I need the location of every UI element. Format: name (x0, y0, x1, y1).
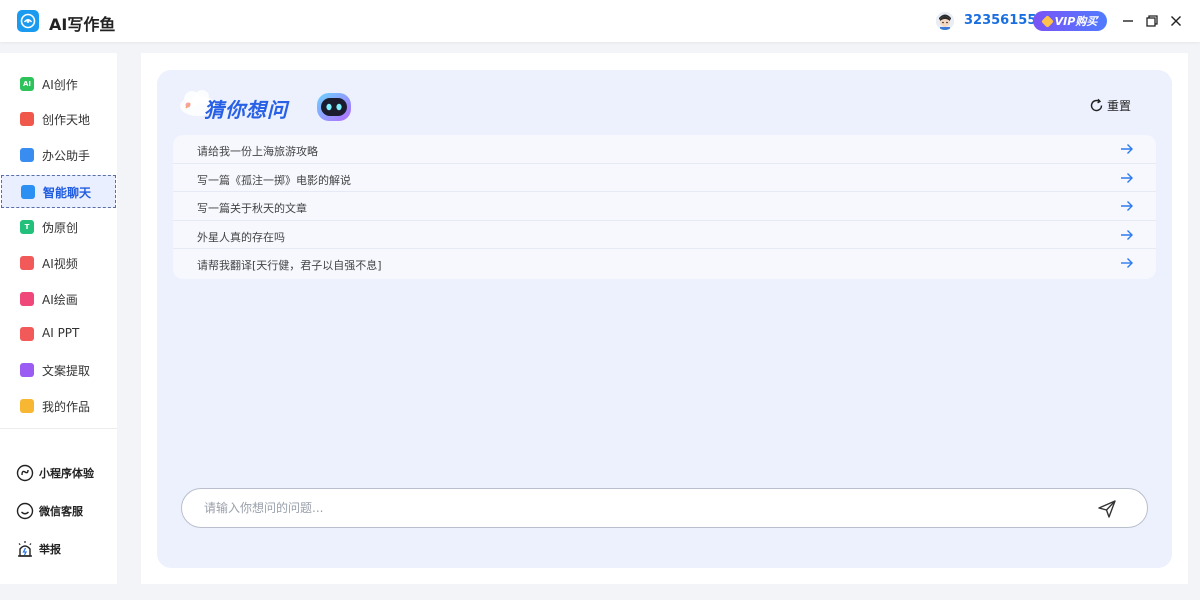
sidebar-extra-wechat-service[interactable]: 微信客服 (15, 499, 115, 523)
chat-input-box (181, 488, 1148, 528)
sidebar-divider (0, 428, 117, 429)
gem-icon (1040, 14, 1054, 28)
suggestion-item[interactable]: 请给我一份上海旅游攻略 (173, 135, 1156, 164)
chat-input[interactable] (204, 498, 1084, 518)
suggestion-text: 外星人真的存在吗 (197, 230, 285, 244)
app-logo-icon (17, 10, 39, 32)
sidebar-item-label: AI创作 (42, 78, 78, 92)
ppt-icon (20, 327, 34, 341)
reset-button[interactable]: 重置 (1089, 96, 1131, 114)
sidebar-item-label: 智能聊天 (43, 186, 92, 200)
sidebar-item-5[interactable]: AI视频 (1, 247, 116, 280)
suggestion-item[interactable]: 写一篇关于秋天的文章 (173, 192, 1156, 221)
sidebar-item-label: 我的作品 (42, 400, 91, 414)
guess-heading: 猜你想问 (204, 98, 288, 122)
user-id[interactable]: 32356155 (964, 13, 1036, 28)
sidebar-item-label: 创作天地 (42, 113, 91, 127)
wechat-service-label: 微信客服 (39, 505, 83, 518)
video-icon (20, 256, 34, 270)
minimize-button[interactable] (1120, 13, 1136, 29)
suggestion-item[interactable]: 外星人真的存在吗 (173, 221, 1156, 250)
suggestion-text: 写一篇关于秋天的文章 (197, 202, 307, 216)
sidebar-item-9[interactable]: 我的作品 (1, 390, 116, 423)
arrow-right-icon (1121, 201, 1133, 212)
chat-bot-icon (21, 185, 35, 199)
app-title: AI写作鱼 (49, 15, 116, 34)
restore-icon (1146, 15, 1158, 27)
suggestion-text: 请给我一份上海旅游攻略 (197, 145, 318, 158)
folder-icon (20, 399, 34, 413)
palette-icon (20, 292, 34, 306)
wechat-service-icon (15, 501, 35, 521)
suggestion-text: 请帮我翻译[天行健，君子以自强不息] (197, 259, 382, 273)
sidebar-extra-mini-program[interactable]: 小程序体验 (15, 461, 115, 485)
sidebar-item-label: 办公助手 (42, 149, 91, 163)
ai-create-icon: AI (20, 77, 34, 91)
briefcase-icon (20, 148, 34, 162)
close-icon (1171, 16, 1181, 26)
reset-label: 重置 (1107, 98, 1132, 113)
sidebar-item-7[interactable]: AI PPT (1, 318, 116, 351)
vip-purchase-label: VIP购买 (1054, 15, 1098, 28)
user-avatar[interactable] (936, 12, 954, 30)
suggestion-list: 请给我一份上海旅游攻略写一篇《孤注一掷》电影的解说 写一篇关于秋天的文章 外星人真的… (173, 135, 1156, 279)
sidebar-item-label: AI视频 (42, 257, 78, 271)
suggestion-item[interactable]: 请帮我翻译[天行健，君子以自强不息] (173, 249, 1156, 278)
arrow-right-icon (1121, 172, 1133, 183)
sidebar-item-label: AI PPT (42, 326, 80, 340)
report-label: 举报 (39, 543, 61, 556)
sidebar-item-0[interactable]: AI AI创作 (1, 68, 116, 101)
sidebar: AI AI创作创作天地办公助手智能聊天 T 伪原创 AI视频 AI绘画 AI PPT 文案提取… (0, 53, 117, 584)
maximize-button[interactable] (1144, 13, 1160, 29)
sidebar-item-label: AI绘画 (42, 293, 78, 307)
sidebar-item-1[interactable]: 创作天地 (1, 103, 116, 136)
mini-program-icon (15, 463, 35, 483)
send-icon (1098, 500, 1116, 518)
send-button[interactable] (1097, 499, 1117, 519)
suggestion-text: 写一篇《孤注一掷》电影的解说 (197, 173, 351, 187)
sidebar-extra-report[interactable]: 举报 (15, 537, 115, 561)
title-bar: AI写作鱼 32356155 VIP购买 (0, 0, 1200, 42)
sidebar-item-label: 伪原创 (42, 221, 79, 235)
arrow-right-icon (1121, 144, 1133, 154)
text-t-icon: T (20, 220, 34, 234)
robot-icon (317, 93, 351, 121)
minimize-icon (1123, 20, 1133, 22)
sidebar-item-4[interactable]: T 伪原创 (1, 211, 116, 244)
extract-icon (20, 363, 34, 377)
refresh-icon (1090, 98, 1103, 111)
close-button[interactable] (1168, 13, 1184, 29)
vip-purchase-button[interactable]: VIP购买 (1033, 11, 1107, 31)
report-icon (15, 539, 35, 559)
sidebar-item-3[interactable]: 智能聊天 (1, 175, 116, 208)
sidebar-item-2[interactable]: 办公助手 (1, 139, 116, 172)
sidebar-item-6[interactable]: AI绘画 (1, 283, 116, 316)
sidebar-item-label: 文案提取 (42, 364, 91, 378)
arrow-right-icon (1121, 258, 1133, 269)
pencil-icon (20, 112, 34, 126)
mini-program-label: 小程序体验 (39, 467, 94, 480)
suggestion-item[interactable]: 写一篇《孤注一掷》电影的解说 (173, 164, 1156, 193)
arrow-right-icon (1121, 229, 1133, 240)
sidebar-item-8[interactable]: 文案提取 (1, 354, 116, 387)
